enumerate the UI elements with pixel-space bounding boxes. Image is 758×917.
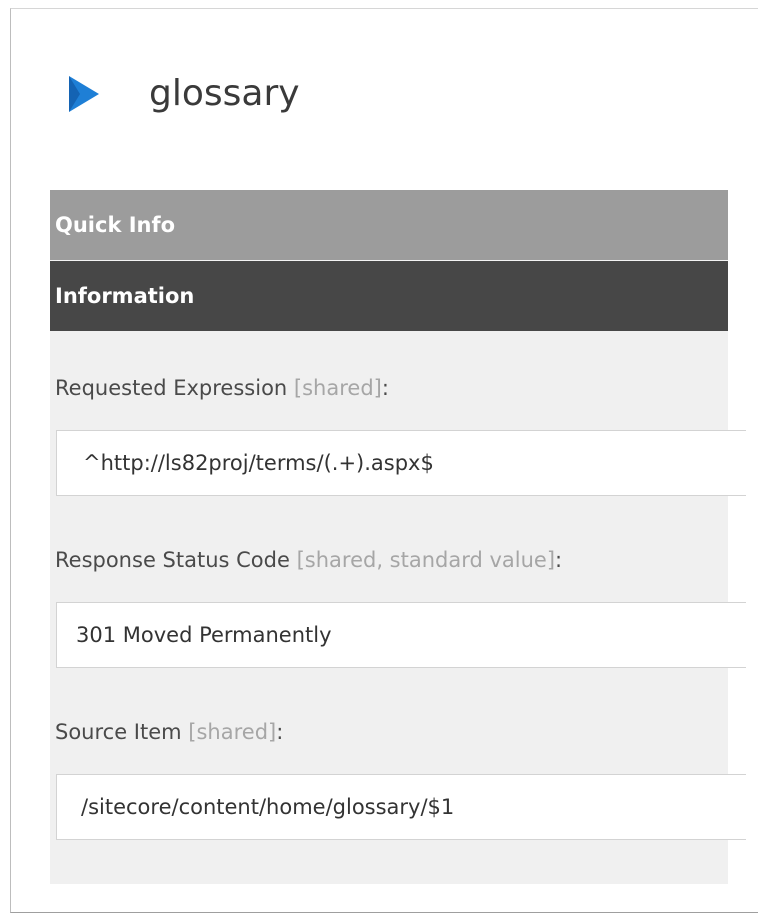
field-label-suffix: :	[555, 548, 563, 572]
field-label-suffix: :	[276, 720, 284, 744]
response-status-code-field[interactable]: 301 Moved Permanently	[56, 602, 746, 668]
page: glossary Quick Info Information Requeste…	[0, 0, 758, 917]
section-quick-info-label: Quick Info	[55, 213, 176, 237]
field-label-meta: [shared, standard value]	[296, 548, 556, 572]
item-header: glossary	[66, 66, 300, 122]
field-label-suffix: :	[381, 376, 389, 400]
field-label-text: Source Item	[55, 720, 182, 744]
item-title: glossary	[149, 73, 300, 114]
source-item-input[interactable]: /sitecore/content/home/glossary/$1	[56, 774, 746, 840]
field-label-text: Response Status Code	[55, 548, 290, 572]
field-label-meta: [shared]	[188, 720, 277, 744]
play-triangle-icon	[66, 66, 104, 122]
content-panel: Quick Info Information Requested Express…	[50, 190, 746, 884]
field-label-source-item: Source Item [shared]:	[55, 720, 283, 744]
field-label-response-status-code: Response Status Code [shared, standard v…	[55, 548, 562, 572]
field-label-text: Requested Expression	[55, 376, 288, 400]
section-information[interactable]: Information	[50, 261, 728, 331]
requested-expression-input[interactable]: ^http://ls82proj/terms/(.+).aspx$	[56, 430, 746, 496]
field-label-meta: [shared]	[293, 376, 382, 400]
field-label-requested-expression: Requested Expression [shared]:	[55, 376, 389, 400]
section-information-label: Information	[55, 284, 195, 308]
section-quick-info[interactable]: Quick Info	[50, 190, 728, 261]
